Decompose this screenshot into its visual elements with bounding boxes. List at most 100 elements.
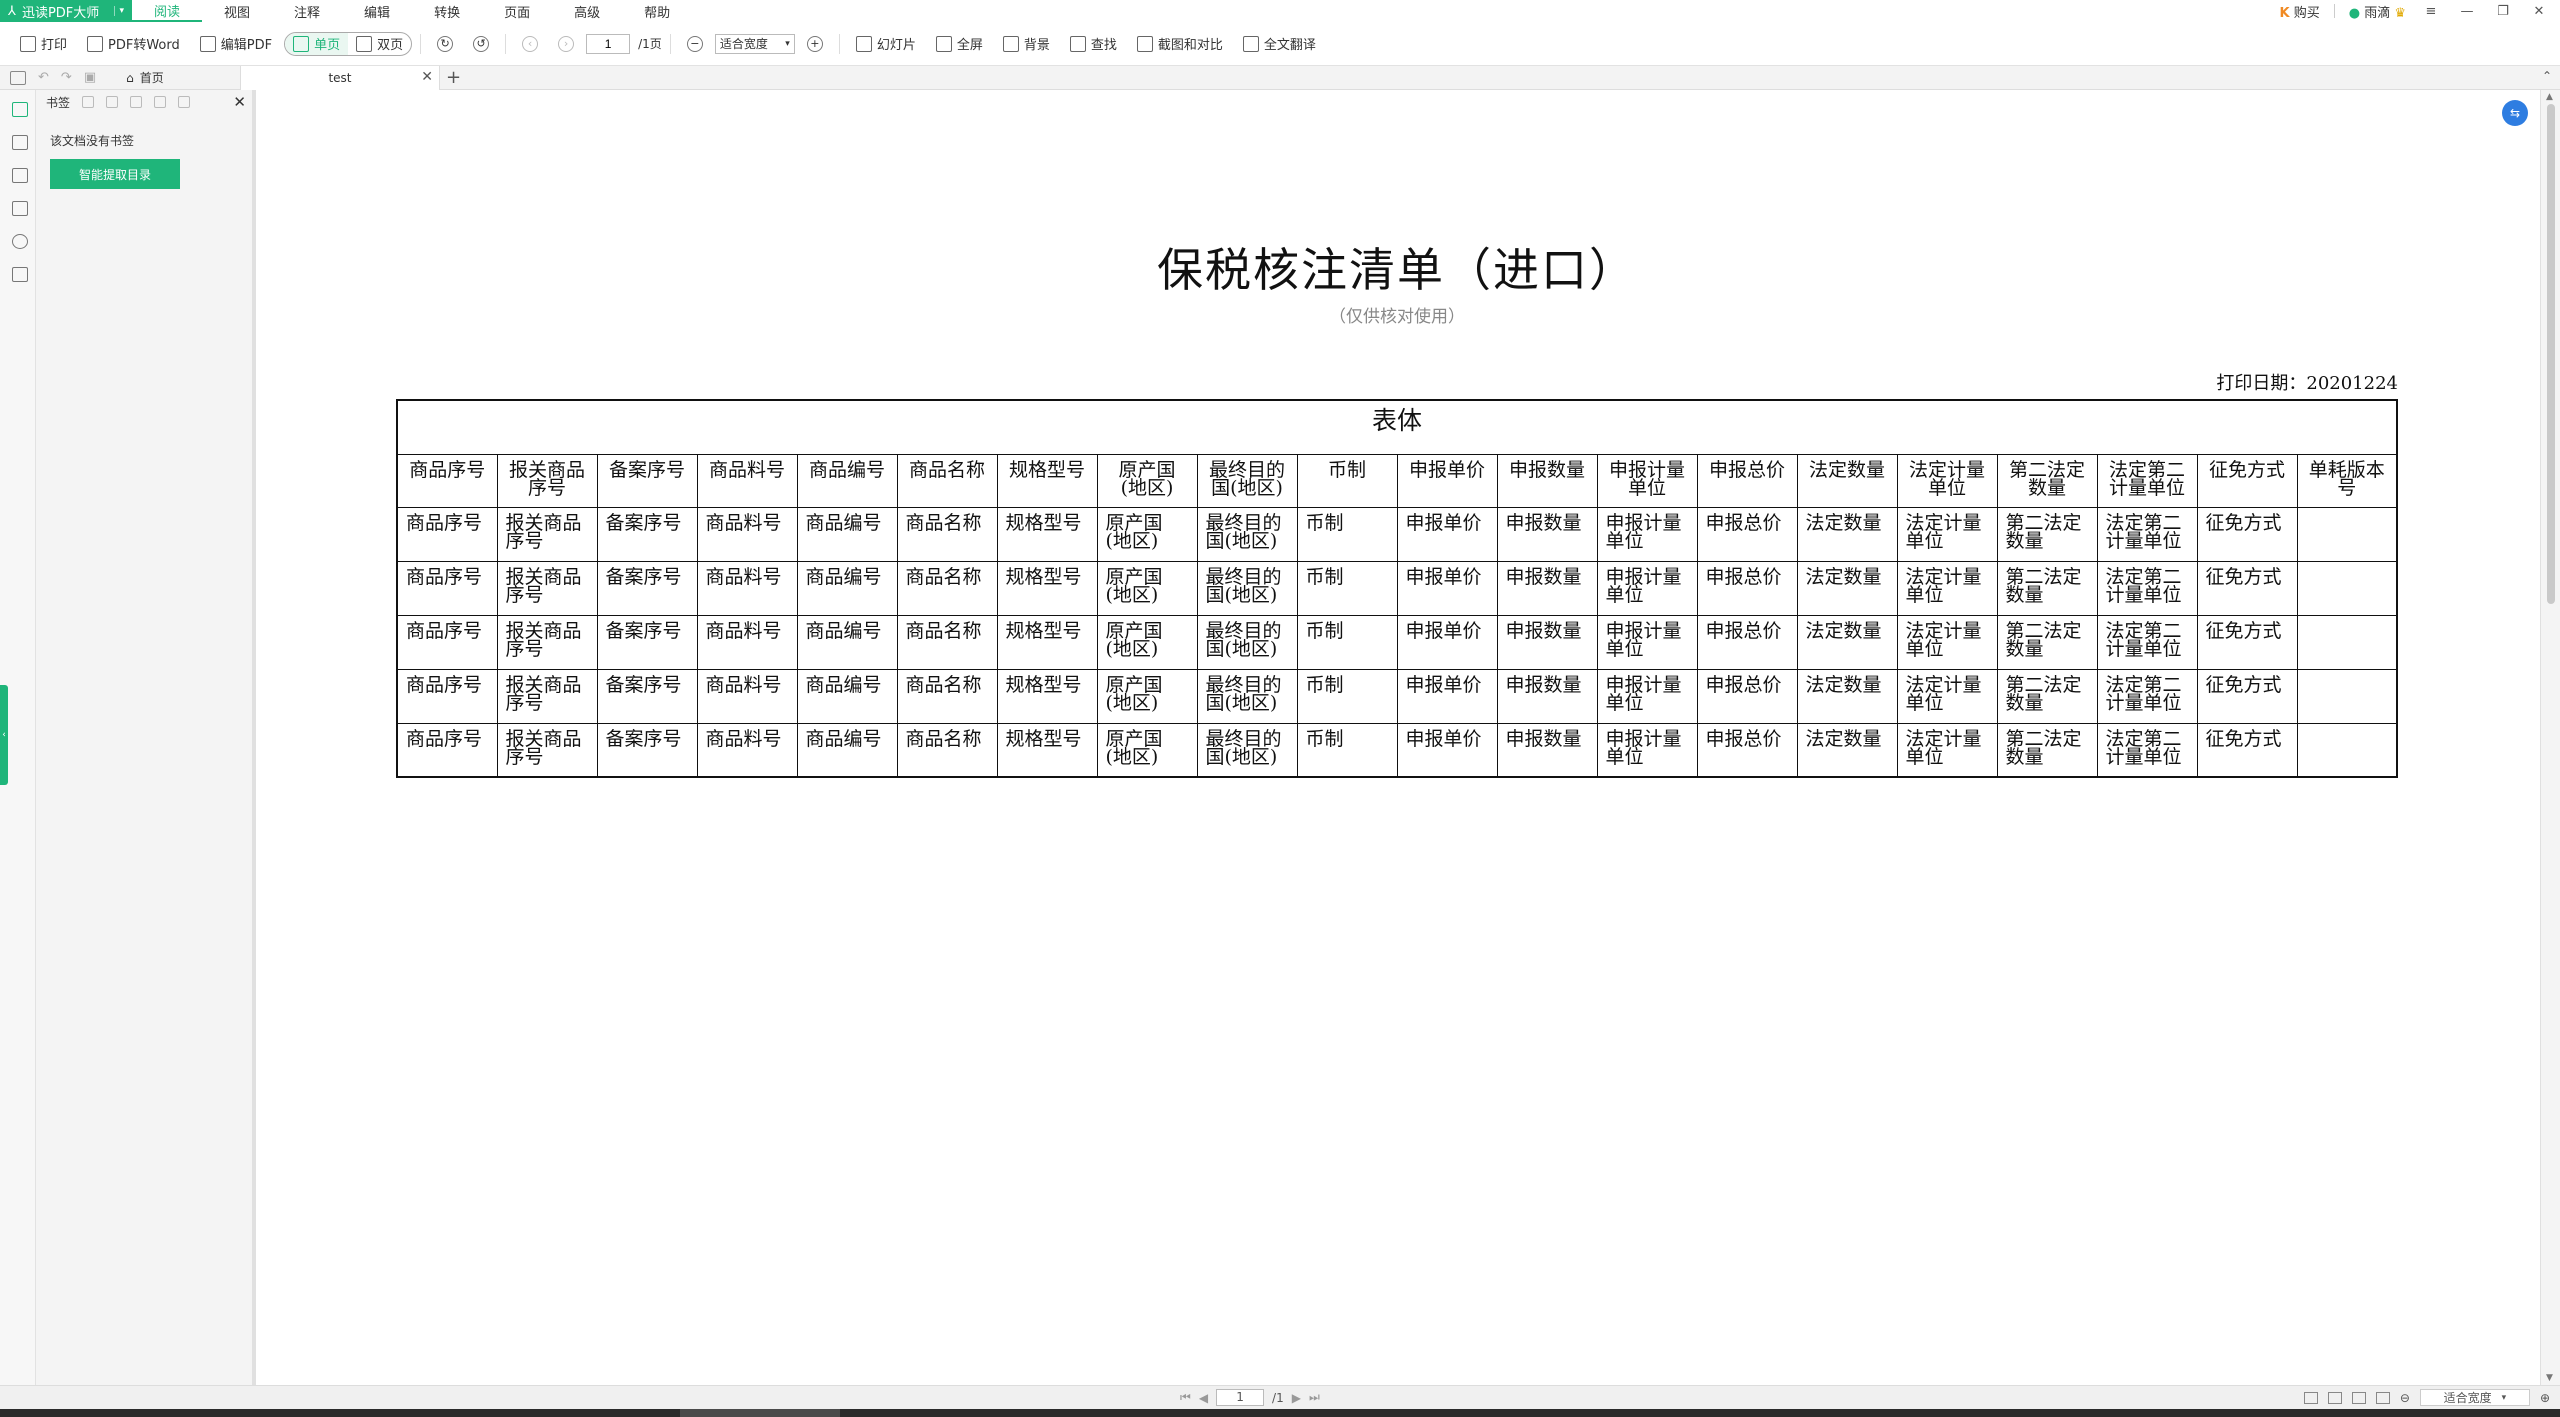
find-button[interactable]: 查找: [1062, 31, 1125, 57]
next-page-button[interactable]: ›: [550, 31, 582, 57]
first-page-icon[interactable]: ⏮: [1180, 1390, 1191, 1405]
add-tab-icon[interactable]: +: [446, 67, 461, 88]
table-cell: 商品名称: [896, 614, 998, 670]
rotate-right-button[interactable]: ↻: [429, 31, 461, 57]
menu-view[interactable]: 视图: [202, 0, 272, 22]
compare-button[interactable]: 截图和对比: [1129, 31, 1231, 57]
column-header: 商品名称: [896, 453, 998, 508]
rotate-left-button[interactable]: ↺: [465, 31, 497, 57]
save-icon[interactable]: ▣: [84, 70, 96, 85]
divider: [838, 33, 840, 54]
pdf-to-word-button[interactable]: PDF转Word: [79, 31, 188, 57]
buy-button[interactable]: K 购买: [2279, 2, 2319, 21]
vertical-scrollbar[interactable]: ▲ ▼: [2540, 90, 2560, 1385]
scroll-down-icon[interactable]: ▼: [2546, 1373, 2553, 1383]
float-tool-icon[interactable]: ⇆: [2502, 100, 2528, 126]
zoom-in-icon: +: [806, 35, 823, 52]
scroll-thumb[interactable]: [2547, 104, 2555, 604]
crown-icon: ♛: [2394, 5, 2406, 21]
rotate-right-icon: ↻: [437, 35, 454, 52]
table-caption: 表体: [396, 399, 2398, 455]
zoom-in-button[interactable]: +: [799, 31, 831, 57]
close-panel-icon[interactable]: ✕: [233, 93, 246, 111]
background-button[interactable]: 背景: [995, 31, 1058, 57]
single-view-icon[interactable]: [2303, 1391, 2318, 1404]
table-cell: 商品料号: [696, 722, 798, 778]
column-header: 申报计量单位: [1596, 453, 1698, 508]
table-cell: [2296, 560, 2398, 616]
delete-icon[interactable]: [178, 96, 191, 108]
fullscreen-button[interactable]: 全屏: [928, 31, 991, 57]
close-window-icon[interactable]: ✕: [2528, 4, 2550, 19]
print-button[interactable]: 打印: [12, 31, 75, 57]
last-page-icon[interactable]: ⏭: [1309, 1390, 1320, 1405]
table-cell: 商品序号: [396, 722, 498, 778]
tab-document[interactable]: test ✕: [240, 66, 440, 90]
single-page-button[interactable]: 单页: [285, 32, 349, 55]
menu-annotate[interactable]: 注释: [272, 0, 342, 22]
undo-icon[interactable]: ↶: [38, 70, 49, 85]
status-zoom-select[interactable]: 适合宽度 ▾: [2419, 1389, 2530, 1406]
prev-page-icon[interactable]: ◀: [1199, 1391, 1208, 1405]
app-menu-button[interactable]: ⅄ 迅读PDF大师 ▾: [0, 0, 132, 22]
menu-page[interactable]: 页面: [482, 0, 552, 22]
next-page-icon[interactable]: ▶: [1292, 1391, 1301, 1405]
open-folder-icon[interactable]: [10, 70, 26, 85]
scroll-up-icon[interactable]: ▲: [2546, 92, 2553, 102]
collapse-icon[interactable]: ⌃: [2542, 69, 2552, 83]
comment-icon[interactable]: [12, 168, 28, 183]
zoom-select[interactable]: 适合宽度 ▾: [714, 33, 795, 54]
menu-convert[interactable]: 转换: [412, 0, 482, 22]
minimize-icon[interactable]: —: [2456, 4, 2478, 19]
menu-icon[interactable]: ≡: [2420, 4, 2442, 19]
edit-pdf-button[interactable]: 编辑PDF: [192, 31, 280, 57]
double-page-button[interactable]: 双页: [348, 33, 411, 55]
expand-icon[interactable]: [82, 96, 95, 108]
column-header: 申报数量: [1496, 453, 1598, 508]
continuous-view-icon[interactable]: [2327, 1391, 2342, 1404]
table-cell: 征免方式: [2196, 506, 2298, 562]
column-header: 规格型号: [996, 453, 1098, 508]
tab-bar: ↶ ↷ ▣ ⌂ 首页 test ✕ + ⌃: [0, 66, 2560, 90]
table-cell: 法定计量单位: [1896, 722, 1998, 778]
translate-side-icon[interactable]: [12, 267, 28, 282]
close-tab-icon[interactable]: ✕: [421, 69, 433, 85]
table-cell: 申报计量单位: [1596, 506, 1698, 562]
extract-toc-button[interactable]: 智能提取目录: [50, 159, 180, 189]
table-cell: 第二法定数量: [1996, 560, 2098, 616]
zoom-out-button[interactable]: −: [679, 31, 711, 57]
user-button[interactable]: ● 雨滴 ♛: [2349, 2, 2406, 21]
prev-page-button[interactable]: ‹: [514, 31, 546, 57]
restore-icon[interactable]: ❐: [2492, 4, 2514, 19]
table-cell: 报关商品序号: [496, 614, 598, 670]
thumbnail-icon[interactable]: [12, 135, 28, 150]
translate-button[interactable]: 全文翻译: [1235, 31, 1324, 57]
app-logo-icon: ⅄: [8, 3, 16, 19]
bookmark-edit-icon[interactable]: [154, 96, 167, 108]
menu-read[interactable]: 阅读: [132, 0, 203, 22]
panel-toggle-handle[interactable]: ‹: [0, 685, 8, 785]
table-cell: 第二法定数量: [1996, 668, 2098, 724]
history-icon[interactable]: [12, 234, 28, 249]
status-zoom-in-icon[interactable]: ⊕: [2540, 1391, 2550, 1405]
page-number-input[interactable]: [586, 33, 631, 54]
table-cell: 申报总价: [1696, 614, 1798, 670]
status-page-input[interactable]: 1: [1216, 1389, 1265, 1406]
document-viewer[interactable]: ⇆ 保税核注清单（进口） （仅供核对使用） 打印日期：20201224 表体 商…: [256, 90, 2540, 1385]
table-cell: 商品名称: [896, 560, 998, 616]
double-view-icon[interactable]: [2351, 1391, 2366, 1404]
bookmark-list-icon[interactable]: [12, 102, 28, 117]
redo-icon[interactable]: ↷: [61, 70, 72, 85]
menu-edit[interactable]: 编辑: [342, 0, 412, 22]
collapse-all-icon[interactable]: [106, 96, 119, 108]
status-zoom-out-icon[interactable]: ⊖: [2400, 1391, 2410, 1405]
add-bookmark-icon[interactable]: [130, 96, 143, 108]
book-view-icon[interactable]: [2375, 1391, 2390, 1404]
menu-advanced[interactable]: 高级: [552, 0, 622, 22]
tab-home[interactable]: ⌂ 首页: [126, 69, 164, 86]
convert-icon[interactable]: [12, 201, 28, 216]
table-cell: 商品序号: [396, 668, 498, 724]
menu-help[interactable]: 帮助: [622, 0, 692, 22]
table-cell: 申报总价: [1696, 506, 1798, 562]
slideshow-button[interactable]: 幻灯片: [848, 31, 924, 57]
